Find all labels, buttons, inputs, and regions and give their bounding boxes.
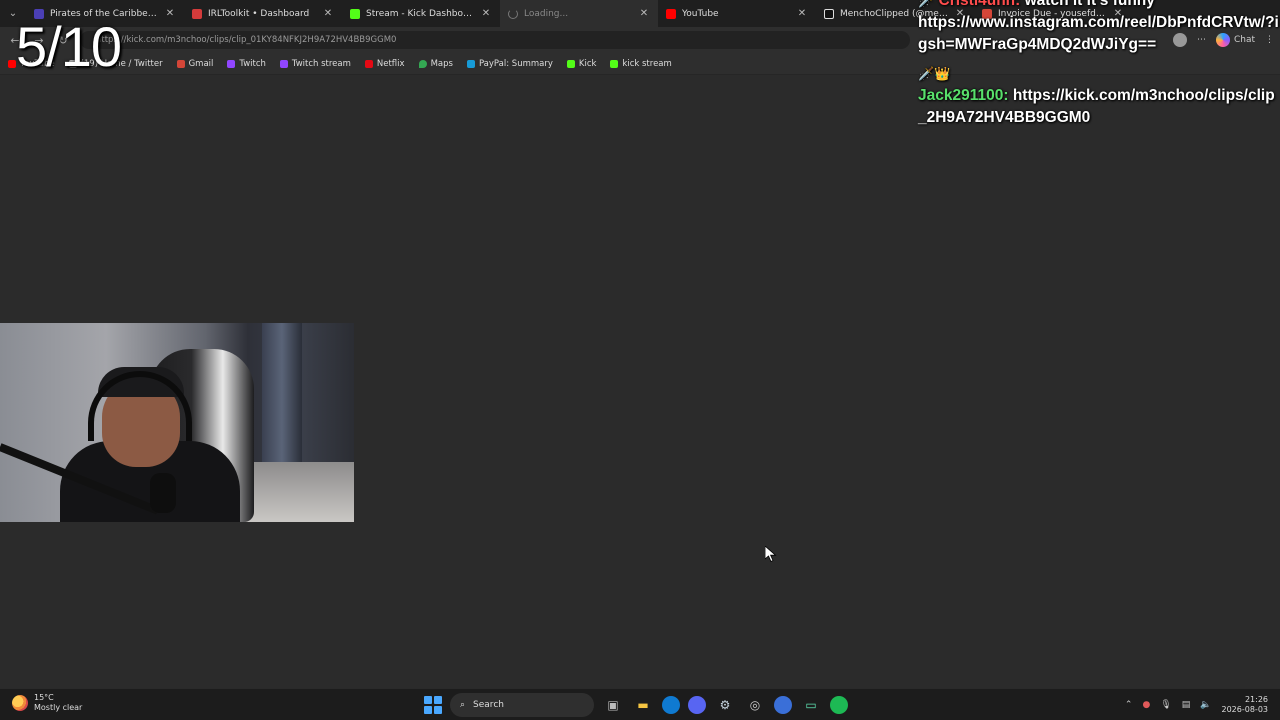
tab-favicon-icon: [192, 8, 202, 19]
bookmark-label: kick stream: [622, 58, 672, 69]
twitch-icon: [279, 59, 288, 68]
kick-icon: [610, 59, 619, 68]
system-tray: ⌃ ● 🎙 ▤ 🔈 21:26 2026-08-03: [1125, 693, 1268, 717]
file-explorer-icon[interactable]: ▬: [632, 694, 654, 716]
netflix-icon: [364, 59, 373, 68]
bookmark-label: Twitch stream: [291, 58, 351, 69]
discord-icon[interactable]: [688, 696, 706, 714]
chat-overlay: 🗡️ Cristi4unn: watch it it's funny https…: [918, 0, 1280, 129]
clock[interactable]: 21:26 2026-08-03: [1222, 695, 1269, 715]
chat-username: Jack291100:: [918, 87, 1009, 104]
loading-spinner-icon: [508, 8, 518, 19]
tab-title: Loading...: [524, 8, 569, 19]
microphone-icon[interactable]: 🎙: [1160, 700, 1171, 710]
twitch-icon: [227, 59, 236, 68]
tab-irltoolkit[interactable]: IRLToolkit • Dashboard ✕: [184, 0, 342, 27]
obs-icon[interactable]: ◎: [744, 694, 766, 716]
tab-close-icon[interactable]: ✕: [164, 8, 176, 19]
tab-title: IRLToolkit • Dashboard: [208, 8, 310, 19]
ea-app-icon[interactable]: [774, 696, 792, 714]
bookmark-gmail[interactable]: Gmail: [176, 58, 214, 69]
tray-app-icon[interactable]: ●: [1142, 700, 1150, 710]
mouse-cursor-icon: [765, 546, 777, 562]
bookmark-kick[interactable]: Kick: [566, 58, 597, 69]
bookmark-label: Kick: [578, 58, 597, 69]
volume-icon[interactable]: 🔈: [1200, 700, 1211, 710]
edge-browser-icon[interactable]: [662, 696, 680, 714]
terminal-app-icon[interactable]: ▭: [800, 694, 822, 716]
maps-pin-icon: [418, 59, 427, 68]
taskbar-search[interactable]: ⌕ Search: [450, 693, 594, 717]
tray-overflow-chevron-icon[interactable]: ⌃: [1125, 700, 1133, 710]
spotify-icon[interactable]: [830, 696, 848, 714]
windows-taskbar: 15°C Mostly clear ⌕ Search ▣ ▬ ⚙ ◎ ▭ ⌃ ●…: [0, 688, 1280, 720]
weather-icon: [12, 695, 28, 711]
tab-loading[interactable]: Loading... ✕: [500, 0, 658, 27]
bookmark-kick-stream[interactable]: kick stream: [610, 58, 672, 69]
clip-counter-overlay: 5/10: [16, 15, 122, 78]
search-label: Search: [473, 700, 504, 710]
paypal-icon: [466, 59, 475, 68]
kick-icon: [566, 59, 575, 68]
chat-text: watch it it's funny: [1024, 0, 1155, 9]
tab-youtube[interactable]: YouTube ✕: [658, 0, 816, 27]
bookmark-twitch[interactable]: Twitch: [227, 59, 266, 69]
webcam-feed: [0, 323, 354, 522]
bookmark-maps[interactable]: Maps: [418, 58, 453, 69]
weather-widget[interactable]: 15°C Mostly clear: [12, 693, 82, 713]
bookmark-paypal[interactable]: PayPal: Summary: [466, 58, 553, 69]
bookmark-label: Twitch: [239, 58, 266, 69]
chat-badges: 🗡️👑: [918, 66, 951, 81]
clock-time: 21:26: [1244, 695, 1268, 704]
tab-close-icon[interactable]: ✕: [480, 8, 492, 19]
bookmark-label: Netflix: [376, 58, 405, 69]
url-input[interactable]: https://kick.com/m3nchoo/clips/clip_01KY…: [80, 31, 910, 49]
youtube-icon: [666, 8, 676, 19]
chat-message: 🗡️👑 Jack291100: https://kick.com/m3nchoo…: [918, 63, 1280, 129]
steam-icon[interactable]: ⚙: [714, 694, 736, 716]
chat-link: https://www.instagram.com/reel/DbPnfdCRV…: [918, 14, 1279, 53]
task-view-icon[interactable]: ▣: [602, 694, 624, 716]
chat-username: Cristi4unn:: [938, 0, 1021, 9]
bookmark-label: PayPal: Summary: [478, 58, 553, 69]
tiktok-icon: [824, 8, 834, 19]
tab-close-icon[interactable]: ✕: [322, 8, 334, 19]
bookmark-label: Gmail: [188, 58, 214, 69]
bookmark-netflix[interactable]: Netflix: [364, 58, 405, 69]
tab-close-icon[interactable]: ✕: [796, 8, 808, 19]
tab-close-icon[interactable]: ✕: [638, 8, 650, 19]
search-icon: ⌕: [460, 700, 466, 710]
tab-kick-dashboard[interactable]: Stream - Kick Dashboard ✕: [342, 0, 500, 27]
bookmark-label: Maps: [430, 58, 453, 69]
youtube-icon: [8, 59, 16, 68]
microphone: [150, 473, 176, 513]
chat-message: 🗡️ Cristi4unn: watch it it's funny https…: [918, 0, 1280, 56]
clock-date: 2026-08-03: [1221, 705, 1269, 714]
windows-start-icon[interactable]: [424, 696, 442, 714]
network-icon[interactable]: ▤: [1182, 700, 1191, 710]
tab-favicon-icon: [350, 8, 360, 19]
weather-desc: Mostly clear: [34, 703, 83, 712]
weather-temp: 15°C: [34, 693, 54, 702]
bookmark-twitch-stream[interactable]: Twitch stream: [279, 58, 351, 69]
sword-badge-icon: 🗡️: [918, 0, 935, 8]
tab-title: Stream - Kick Dashboard: [366, 8, 476, 19]
tab-title: YouTube: [682, 8, 719, 19]
gmail-icon: [176, 59, 185, 68]
taskbar-apps: ⌕ Search ▣ ▬ ⚙ ◎ ▭: [424, 693, 848, 717]
